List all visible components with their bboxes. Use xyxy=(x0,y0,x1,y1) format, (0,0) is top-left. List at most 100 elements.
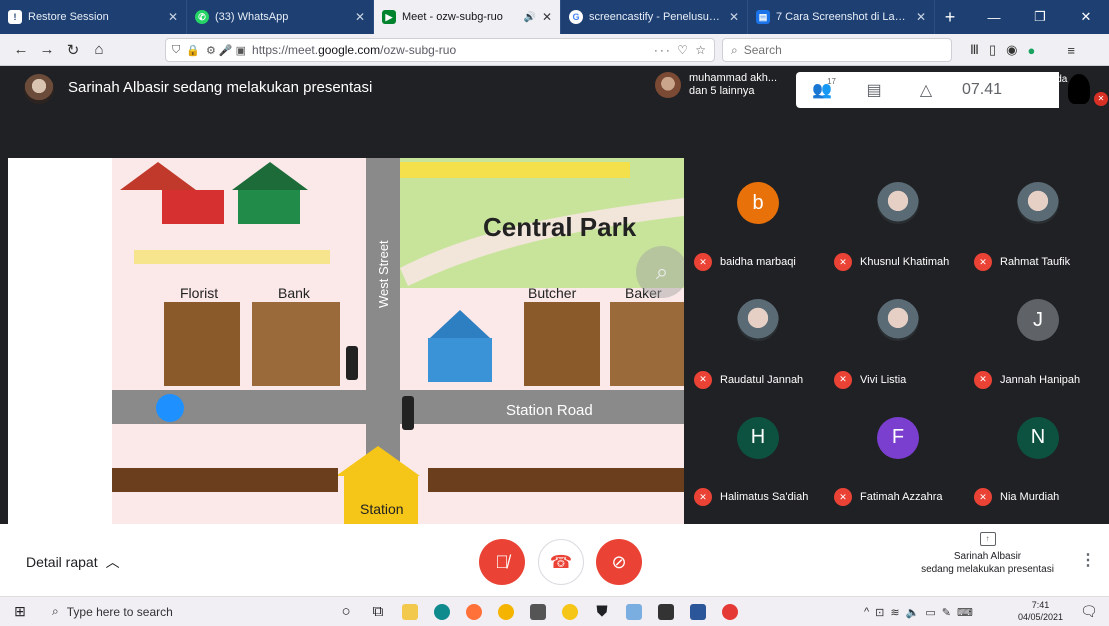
mic-toggle-button[interactable]: 🎙̸ xyxy=(479,539,525,585)
zoom-icon[interactable]: ⌕ xyxy=(636,246,684,298)
leave-call-button[interactable]: ☎ xyxy=(538,539,584,585)
participant-name: Raudatul Jannah xyxy=(720,373,804,386)
app-icon[interactable] xyxy=(554,597,586,626)
others-line1: muhammad akh... xyxy=(689,72,778,84)
account-icon[interactable]: ◉ xyxy=(1006,42,1017,58)
taskbar-search-input[interactable]: ⌕ Type here to search xyxy=(40,597,330,626)
extension-icon[interactable]: ● xyxy=(1027,43,1035,58)
close-icon[interactable]: ✕ xyxy=(916,10,926,24)
url-text[interactable]: https://meet.google.com/ozw-subg-ruo xyxy=(252,43,456,57)
participant-tile[interactable]: H ✕ Halimatus Sa'diah xyxy=(688,397,828,514)
url-bar[interactable]: ⛉ 🔒 ⚙ 🎤 ▣ https://meet.google.com/ozw-su… xyxy=(165,38,715,62)
participant-name-row: ✕ Halimatus Sa'diah xyxy=(694,488,808,506)
mic-off-icon: ✕ xyxy=(694,253,712,272)
participant-name-row: ✕ Fatimah Azzahra xyxy=(834,488,943,506)
task-view-icon[interactable]: ⧉ xyxy=(362,597,394,626)
page-actions-icon[interactable]: ··· ♡ ☆ xyxy=(654,43,708,57)
windows-start-icon[interactable]: ⊞ xyxy=(0,603,40,620)
search-input[interactable]: ⌕ Search xyxy=(722,38,952,62)
close-icon[interactable]: ✕ xyxy=(355,10,365,24)
taskbar-time: 7:41 xyxy=(1031,600,1050,610)
close-window-icon[interactable]: ✕ xyxy=(1063,0,1109,34)
meet-stage: Sarinah Albasir sedang melakukan present… xyxy=(0,66,1109,524)
security-icon[interactable]: ⛊ xyxy=(586,597,618,626)
participant-name: Jannah Hanipah xyxy=(1000,373,1081,386)
keyboard-icon[interactable]: ⌨ xyxy=(957,606,973,619)
speaker-icon[interactable]: 🔊 xyxy=(523,12,535,23)
participant-tile[interactable]: ✕ Khusnul Khatimah xyxy=(828,162,968,279)
participant-avatar xyxy=(655,72,681,98)
camera-toggle-button[interactable]: ⊘ xyxy=(596,539,642,585)
tab-whatsapp[interactable]: ✆ (33) WhatsApp ✕ xyxy=(187,0,374,34)
other-participants[interactable]: muhammad akh... dan 5 lainnya xyxy=(655,72,777,98)
reload-icon[interactable]: ↻ xyxy=(60,41,86,59)
participant-avatar xyxy=(877,299,919,342)
chat-button[interactable]: ▤ xyxy=(848,80,900,100)
more-options-icon[interactable]: ⋮ xyxy=(1080,550,1096,570)
volume-icon[interactable]: 🔈 xyxy=(906,606,920,619)
meeting-details-button[interactable]: Detail rapat ︿ xyxy=(26,552,120,572)
camera-app-icon[interactable] xyxy=(522,597,554,626)
permissions-icon[interactable]: ⚙ 🎤 ▣ xyxy=(206,44,246,57)
participant-tile[interactable]: J ✕ Jannah Hanipah xyxy=(968,279,1108,396)
forward-icon[interactable]: → xyxy=(34,41,60,58)
battery-icon[interactable]: ▭ xyxy=(925,606,935,619)
home-icon[interactable]: ⌂ xyxy=(86,41,112,58)
store-icon[interactable] xyxy=(650,597,682,626)
edge-icon[interactable] xyxy=(426,597,458,626)
mic-off-icon: ✕ xyxy=(974,370,992,389)
florist-label: Florist xyxy=(180,285,218,301)
tab-screenshot-article[interactable]: ▤ 7 Cara Screenshot di Laptop da ✕ xyxy=(748,0,935,34)
participant-name: Nia Murdiah xyxy=(1000,491,1060,503)
participant-tile[interactable]: b ✕ baidha marbaqi xyxy=(688,162,828,279)
chevron-up-icon[interactable]: ^ xyxy=(864,606,869,618)
participant-tile[interactable]: F ✕ Fatimah Azzahra xyxy=(828,397,968,514)
recorder-icon[interactable] xyxy=(714,597,746,626)
activities-button[interactable]: △ xyxy=(900,80,952,100)
taskbar-clock[interactable]: 7:41 04/05/2021 xyxy=(1018,599,1063,623)
participant-name-row: ✕ baidha marbaqi xyxy=(694,253,796,272)
menu-icon[interactable]: ≡ xyxy=(1067,43,1075,58)
participant-name: Vivi Listia xyxy=(860,373,907,386)
system-tray: ^ ⊡ ≋ 🔈 ▭ ✎ ⌨ xyxy=(864,597,973,626)
lock-icon[interactable]: 🔒 xyxy=(186,44,200,57)
people-button[interactable]: 👥 17 xyxy=(796,77,848,100)
cortana-icon[interactable]: ○ xyxy=(330,597,362,626)
participant-name-row: ✕ Raudatul Jannah xyxy=(694,370,804,389)
minimize-icon[interactable]: — xyxy=(971,0,1017,34)
library-icon[interactable]: Ⅲ xyxy=(970,42,979,58)
firefox-icon[interactable] xyxy=(458,597,490,626)
restore-icon[interactable]: ❐ xyxy=(1017,0,1063,34)
tab-meet[interactable]: ▶ Meet - ozw-subg-ruo 🔊 ✕ xyxy=(374,0,561,34)
participant-tile[interactable]: N ✕ Nia Murdiah xyxy=(968,397,1108,514)
close-icon[interactable]: ✕ xyxy=(168,10,178,24)
shield-icon[interactable]: ⛉ xyxy=(172,44,180,57)
taskbar-date: 04/05/2021 xyxy=(1018,612,1064,622)
back-icon[interactable]: ← xyxy=(8,41,34,58)
google-icon: G xyxy=(569,10,583,24)
close-icon[interactable]: ✕ xyxy=(542,10,552,24)
pen-icon[interactable]: ✎ xyxy=(942,606,951,619)
close-icon[interactable]: ✕ xyxy=(729,10,739,24)
participant-name: Rahmat Taufik xyxy=(1000,256,1071,269)
participant-tile[interactable]: ✕ Raudatul Jannah xyxy=(688,279,828,396)
mic-off-icon: ✕ xyxy=(974,253,992,272)
tab-restore-session[interactable]: ! Restore Session ✕ xyxy=(0,0,187,34)
photos-icon[interactable] xyxy=(618,597,650,626)
station-label: Station xyxy=(360,501,404,517)
participant-avatar: F xyxy=(877,416,919,459)
tab-label: 7 Cara Screenshot di Laptop da xyxy=(776,11,910,23)
participant-avatar: H xyxy=(737,416,779,459)
word-icon[interactable] xyxy=(682,597,714,626)
network-icon[interactable]: ⊡ xyxy=(875,606,884,619)
wifi-icon[interactable]: ≋ xyxy=(890,606,899,619)
chrome-icon[interactable] xyxy=(490,597,522,626)
sidebar-icon[interactable]: ▯ xyxy=(989,42,996,58)
file-explorer-icon[interactable] xyxy=(394,597,426,626)
notification-icon[interactable]: 🗨 xyxy=(1080,603,1098,620)
participant-tile[interactable]: ✕ Rahmat Taufik xyxy=(968,162,1108,279)
new-tab-button[interactable]: + xyxy=(935,0,965,34)
presentation-status[interactable]: ↑ Sarinah Albasir sedang melakukan prese… xyxy=(905,532,1070,576)
tab-google-search[interactable]: G screencastify - Penelusuran Go ✕ xyxy=(561,0,748,34)
participant-tile[interactable]: ✕ Vivi Listia xyxy=(828,279,968,396)
